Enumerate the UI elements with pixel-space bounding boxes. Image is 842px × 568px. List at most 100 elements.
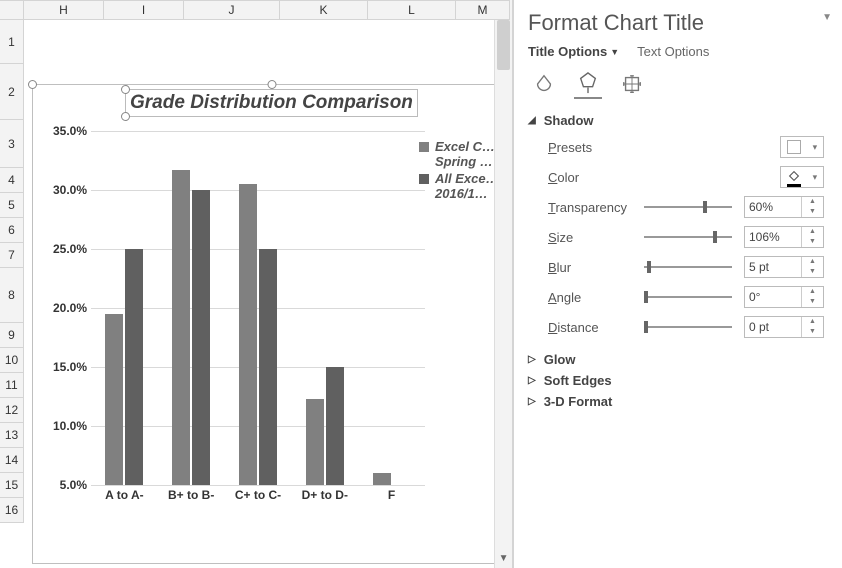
row-header-2[interactable]: 2: [0, 64, 24, 120]
row-header-4[interactable]: 4: [0, 168, 24, 193]
row-headers: 12345678910111213141516: [0, 20, 24, 523]
bar-series1-cat2[interactable]: [259, 249, 277, 485]
scroll-thumb[interactable]: [497, 20, 510, 70]
row-header-8[interactable]: 8: [0, 268, 24, 323]
chevron-down-icon: ▼: [610, 47, 619, 57]
chart-object[interactable]: Grade Distribution Comparison Excel C…Sp…: [32, 84, 512, 564]
row-header-13[interactable]: 13: [0, 423, 24, 448]
bar-series0-cat0[interactable]: [105, 314, 123, 485]
selection-handle-n[interactable]: [268, 80, 277, 89]
column-header-I[interactable]: I: [104, 1, 184, 20]
transparency-input[interactable]: ▲▼: [744, 196, 824, 218]
expand-icon: ▷: [528, 375, 536, 386]
column-header-K[interactable]: K: [280, 1, 368, 20]
presets-button[interactable]: ▾: [780, 136, 824, 158]
x-tick-label: A to A-: [94, 489, 154, 503]
distance-value[interactable]: [745, 320, 801, 334]
tab-title-options[interactable]: Title Options ▼: [528, 44, 619, 59]
angle-slider[interactable]: [644, 296, 732, 298]
bar-series0-cat2[interactable]: [239, 184, 257, 485]
pane-category-icons: [530, 69, 824, 99]
bar-series0-cat1[interactable]: [172, 170, 190, 485]
color-button[interactable]: ▾: [780, 166, 824, 188]
angle-value[interactable]: [745, 290, 801, 304]
column-header-J[interactable]: J: [184, 1, 280, 20]
legend-label-1: All Exce…2016/1…: [435, 171, 499, 201]
size-input[interactable]: ▲▼: [744, 226, 824, 248]
format-pane: ▼ Format Chart Title Title Options ▼ Tex…: [514, 0, 842, 568]
bar-series1-cat0[interactable]: [125, 249, 143, 485]
bar-series0-cat4[interactable]: [373, 473, 391, 485]
row-header-9[interactable]: 9: [0, 323, 24, 348]
blur-value[interactable]: [745, 260, 801, 274]
row-header-12[interactable]: 12: [0, 398, 24, 423]
row-angle: Angle ▲▼: [548, 286, 824, 308]
effects-icon[interactable]: [574, 69, 602, 99]
expand-icon: ▷: [528, 354, 536, 365]
bar-series1-cat3[interactable]: [326, 367, 344, 485]
transparency-slider[interactable]: [644, 206, 732, 208]
spinner-arrows[interactable]: ▲▼: [801, 257, 823, 277]
column-header-H[interactable]: H: [24, 1, 104, 20]
transparency-value[interactable]: [745, 200, 801, 214]
vertical-scrollbar[interactable]: ▲ ▼: [494, 0, 512, 568]
spinner-arrows[interactable]: ▲▼: [801, 287, 823, 307]
angle-input[interactable]: ▲▼: [744, 286, 824, 308]
bar-series1-cat1[interactable]: [192, 190, 210, 485]
expand-icon: ▷: [528, 396, 536, 407]
y-tick-label: 25.0%: [53, 242, 87, 256]
row-header-14[interactable]: 14: [0, 448, 24, 473]
distance-input[interactable]: ▲▼: [744, 316, 824, 338]
x-tick-label: F: [362, 489, 422, 503]
row-header-15[interactable]: 15: [0, 473, 24, 498]
row-distance: Distance ▲▼: [548, 316, 824, 338]
title-handle-sw[interactable]: [121, 112, 130, 121]
tab-text-options[interactable]: Text Options: [637, 44, 709, 59]
angle-label: Angle: [548, 290, 644, 305]
paint-bucket-icon: [787, 169, 801, 185]
scroll-down-icon[interactable]: ▼: [495, 550, 512, 568]
row-header-11[interactable]: 11: [0, 373, 24, 398]
row-size: Size ▲▼: [548, 226, 824, 248]
spinner-arrows[interactable]: ▲▼: [801, 197, 823, 217]
y-tick-label: 10.0%: [53, 419, 87, 433]
bar-series0-cat3[interactable]: [306, 399, 324, 485]
section-glow[interactable]: ▷ Glow: [528, 352, 824, 367]
row-header-1[interactable]: 1: [0, 20, 24, 64]
size-value[interactable]: [745, 230, 801, 244]
row-header-5[interactable]: 5: [0, 193, 24, 218]
legend-label-0: Excel C…Spring …: [435, 139, 495, 169]
row-header-6[interactable]: 6: [0, 218, 24, 243]
blur-slider[interactable]: [644, 266, 732, 268]
chart-title[interactable]: Grade Distribution Comparison: [125, 89, 418, 117]
section-soft-edges[interactable]: ▷ Soft Edges: [528, 373, 824, 388]
pane-menu-icon[interactable]: ▼: [822, 12, 832, 23]
column-header-M[interactable]: M: [456, 1, 510, 20]
size-label: Size: [548, 230, 644, 245]
selection-handle-nw[interactable]: [28, 80, 37, 89]
section-shadow[interactable]: ◢ Shadow: [528, 113, 824, 128]
fill-line-icon[interactable]: [530, 69, 558, 99]
row-header-10[interactable]: 10: [0, 348, 24, 373]
row-header-16[interactable]: 16: [0, 498, 24, 523]
size-properties-icon[interactable]: [618, 69, 646, 99]
blur-input[interactable]: ▲▼: [744, 256, 824, 278]
chart-plot-area[interactable]: 5.0%10.0%15.0%20.0%25.0%30.0%35.0%A to A…: [91, 131, 425, 485]
row-presets: Presets ▾: [548, 136, 824, 158]
spinner-arrows[interactable]: ▲▼: [801, 317, 823, 337]
y-tick-label: 30.0%: [53, 183, 87, 197]
spinner-arrows[interactable]: ▲▼: [801, 227, 823, 247]
row-header-3[interactable]: 3: [0, 120, 24, 168]
chevron-down-icon: ▾: [813, 172, 818, 183]
x-tick-label: D+ to D-: [295, 489, 355, 503]
distance-slider[interactable]: [644, 326, 732, 328]
chart-title-text: Grade Distribution Comparison: [130, 92, 413, 113]
section-3d-format[interactable]: ▷ 3-D Format: [528, 394, 824, 409]
row-header-7[interactable]: 7: [0, 243, 24, 268]
pane-title: Format Chart Title: [528, 10, 824, 36]
size-slider[interactable]: [644, 236, 732, 238]
column-headers: HIJKLM: [0, 0, 510, 20]
title-handle-nw[interactable]: [121, 85, 130, 94]
color-label: Color: [548, 170, 644, 185]
column-header-L[interactable]: L: [368, 1, 456, 20]
